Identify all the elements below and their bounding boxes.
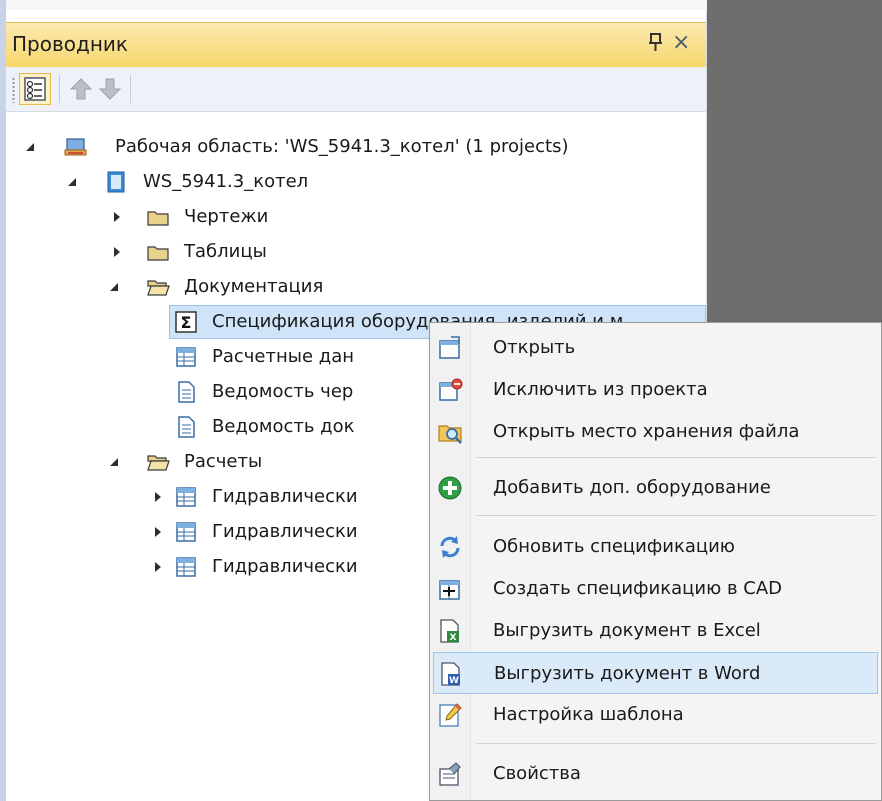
refresh-icon xyxy=(440,536,460,558)
menu-item-create-cad-spec[interactable]: Создать спецификацию в CAD xyxy=(433,568,878,610)
excel-export-icon: X xyxy=(440,619,459,643)
panel-toolbar xyxy=(6,67,706,112)
menu-item-label: Создать спецификацию в CAD xyxy=(493,578,783,599)
menu-item-exclude[interactable]: Исключить из проекта xyxy=(433,369,878,411)
menu-item-add-equipment[interactable]: Добавить доп. оборудование xyxy=(433,467,878,509)
project-label: WS_5941.3_котел xyxy=(143,171,309,192)
document-icon xyxy=(178,381,195,403)
tree-node-project[interactable]: WS_5941.3_котел xyxy=(6,165,706,199)
menu-item-label: Открыть место хранения файла xyxy=(493,421,800,442)
cad-table-icon xyxy=(439,580,460,600)
menu-separator xyxy=(476,515,876,516)
tree-node-workspace[interactable]: Рабочая область: 'WS_5941.3_котел' (1 pr… xyxy=(6,130,706,164)
project-icon xyxy=(107,171,125,193)
menu-item-refresh-spec[interactable]: Обновить спецификацию xyxy=(433,526,878,568)
svg-text:Σ: Σ xyxy=(181,313,192,332)
expand-arrow-icon[interactable] xyxy=(108,445,122,479)
menu-item-template-settings[interactable]: Настройка шаблона xyxy=(433,694,878,736)
table-doc-icon xyxy=(176,557,196,577)
collapse-arrow-icon[interactable] xyxy=(111,200,125,234)
exclude-doc-icon xyxy=(439,378,463,401)
collapse-arrow-icon[interactable] xyxy=(152,480,166,514)
menu-item-label: Выгрузить документ в Word xyxy=(494,663,761,684)
top-strip xyxy=(0,0,707,10)
folder-label: Документация xyxy=(184,276,324,297)
menu-item-label: Настройка шаблона xyxy=(493,704,684,725)
green-plus-icon xyxy=(438,476,462,500)
menu-item-open[interactable]: Открыть xyxy=(433,327,878,369)
pin-icon[interactable] xyxy=(646,31,666,55)
toolbar-separator xyxy=(59,75,60,103)
menu-item-open-location[interactable]: Открыть место хранения файла xyxy=(433,411,878,453)
sigma-doc-icon: Σ xyxy=(175,311,197,333)
collapse-arrow-icon[interactable] xyxy=(152,515,166,549)
folder-search-icon xyxy=(438,425,462,444)
pencil-template-icon xyxy=(439,703,462,727)
workspace-icon xyxy=(64,138,87,156)
table-doc-icon xyxy=(176,522,196,542)
doc-item-label: Расчетные дан xyxy=(212,346,354,367)
tree-folder-tables[interactable]: Таблицы xyxy=(6,235,706,269)
toolbar-grip[interactable] xyxy=(12,77,15,103)
calc-item-label: Гидравлически xyxy=(212,486,358,507)
document-icon xyxy=(178,416,195,438)
menu-separator xyxy=(476,457,876,458)
properties-icon xyxy=(439,762,461,786)
folder-label: Таблицы xyxy=(184,241,267,262)
close-icon[interactable]: × xyxy=(672,29,690,57)
open-doc-icon xyxy=(439,336,460,359)
menu-item-label: Открыть xyxy=(493,337,576,358)
panel-header: Проводник × xyxy=(6,22,706,69)
svg-text:W: W xyxy=(449,676,459,686)
doc-item-label: Ведомость чер xyxy=(212,381,354,402)
collapse-arrow-icon[interactable] xyxy=(152,550,166,584)
expand-arrow-icon[interactable] xyxy=(108,270,122,304)
word-export-icon: W xyxy=(441,662,460,686)
doc-item-label: Ведомость док xyxy=(212,416,355,437)
menu-item-label: Добавить доп. оборудование xyxy=(493,477,771,498)
calc-item-label: Гидравлически xyxy=(212,556,358,577)
open-folder-icon xyxy=(147,280,170,296)
svg-text:X: X xyxy=(450,633,457,643)
collapse-arrow-icon[interactable] xyxy=(111,235,125,269)
folder-icon xyxy=(147,211,169,226)
calc-item-label: Гидравлически xyxy=(212,521,358,542)
move-up-icon[interactable] xyxy=(68,75,94,103)
table-doc-icon xyxy=(176,487,196,507)
folder-label: Расчеты xyxy=(184,451,263,472)
move-down-icon[interactable] xyxy=(97,75,123,103)
properties-view-icon xyxy=(24,77,46,101)
menu-item-label: Исключить из проекта xyxy=(493,379,708,400)
menu-item-export-excel[interactable]: X Выгрузить документ в Excel xyxy=(433,610,878,652)
toolbar-separator xyxy=(130,75,131,103)
context-menu: Открыть Исключить из проекта Открыть мес… xyxy=(429,322,882,801)
expand-arrow-icon[interactable] xyxy=(66,165,80,199)
menu-item-label: Обновить спецификацию xyxy=(493,536,735,557)
menu-item-label: Выгрузить документ в Excel xyxy=(493,620,761,641)
menu-item-properties[interactable]: Свойства xyxy=(433,753,878,795)
tree-folder-documentation[interactable]: Документация xyxy=(6,270,706,304)
properties-view-button[interactable] xyxy=(19,73,51,105)
menu-item-export-word[interactable]: W Выгрузить документ в Word xyxy=(433,652,878,694)
table-doc-icon xyxy=(176,347,196,367)
panel-title: Проводник xyxy=(12,32,128,56)
expand-arrow-icon[interactable] xyxy=(24,130,38,164)
menu-separator xyxy=(476,743,876,744)
folder-label: Чертежи xyxy=(184,206,269,227)
folder-icon xyxy=(147,246,169,261)
open-folder-icon xyxy=(147,455,170,471)
workspace-label: Рабочая область: 'WS_5941.3_котел' (1 pr… xyxy=(115,136,569,157)
menu-item-label: Свойства xyxy=(493,763,581,784)
tree-folder-drawings[interactable]: Чертежи xyxy=(6,200,706,234)
